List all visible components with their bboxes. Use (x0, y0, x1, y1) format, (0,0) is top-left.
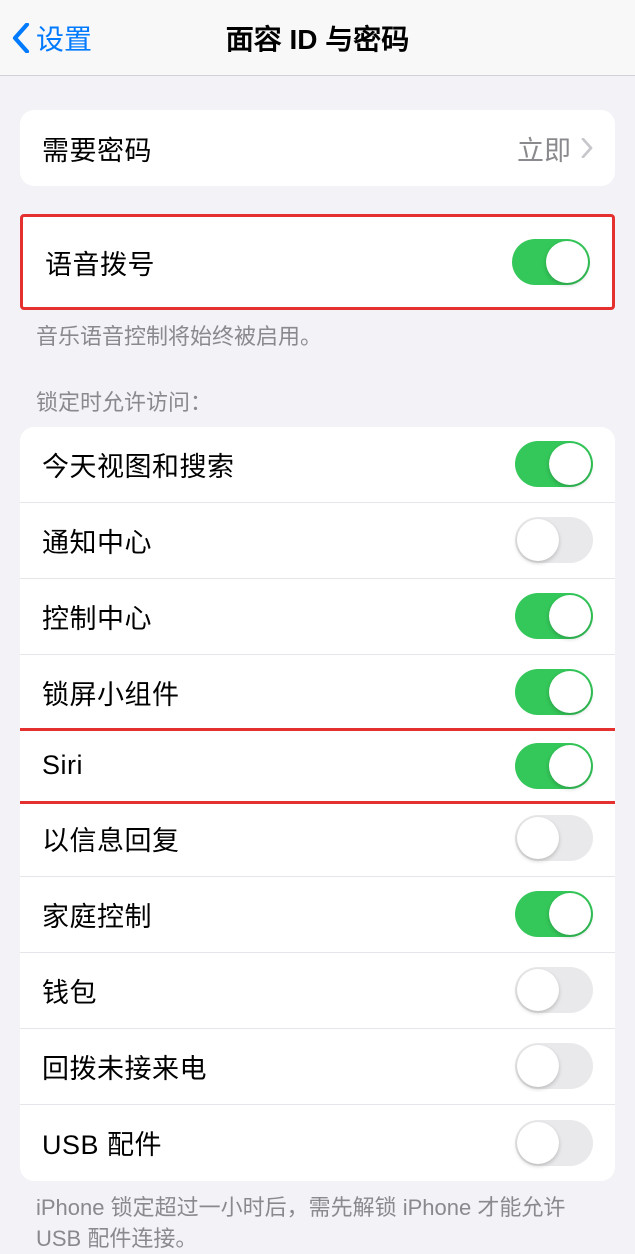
voice-dial-toggle[interactable] (512, 239, 590, 285)
lock-access-row: Siri (20, 728, 615, 804)
voice-dial-group: 语音拨号 (20, 214, 615, 310)
lock-access-item-label: 家庭控制 (42, 895, 152, 934)
lock-access-row: 家庭控制 (20, 877, 615, 953)
voice-dial-row: 语音拨号 (23, 217, 612, 307)
require-passcode-row[interactable]: 需要密码 立即 (20, 110, 615, 186)
lock-access-row: 通知中心 (20, 503, 615, 579)
lock-access-footer: iPhone 锁定超过一小时后，需先解锁 iPhone 才能允许 USB 配件连… (0, 1181, 635, 1254)
lock-access-row: 锁屏小组件 (20, 655, 615, 731)
back-button[interactable]: 设置 (0, 18, 92, 58)
lock-access-toggle[interactable] (515, 669, 593, 715)
lock-access-group: 今天视图和搜索通知中心控制中心锁屏小组件 Siri 以信息回复家庭控制钱包回拨未接来… (20, 427, 615, 1181)
back-label: 设置 (36, 18, 92, 58)
lock-access-row: 以信息回复 (20, 801, 615, 877)
lock-access-toggle[interactable] (515, 517, 593, 563)
lock-access-item-label: 以信息回复 (42, 819, 180, 858)
lock-access-header: 锁定时允许访问： (0, 385, 635, 427)
lock-access-toggle[interactable] (515, 593, 593, 639)
lock-access-item-label: 今天视图和搜索 (42, 445, 235, 484)
lock-access-toggle[interactable] (515, 891, 593, 937)
lock-access-row: 回拨未接来电 (20, 1029, 615, 1105)
navigation-bar: 设置 面容 ID 与密码 (0, 0, 635, 76)
lock-access-toggle[interactable] (515, 967, 593, 1013)
lock-access-toggle[interactable] (515, 1120, 593, 1166)
lock-access-toggle[interactable] (515, 815, 593, 861)
lock-access-row: 今天视图和搜索 (20, 427, 615, 503)
lock-access-item-label: 锁屏小组件 (42, 673, 180, 712)
lock-access-toggle[interactable] (515, 1043, 593, 1089)
require-passcode-value: 立即 (517, 129, 571, 168)
lock-access-item-label: 回拨未接来电 (42, 1047, 207, 1086)
voice-dial-footer: 音乐语音控制将始终被启用。 (0, 310, 635, 353)
lock-access-item-label: 钱包 (42, 971, 97, 1010)
lock-access-toggle[interactable] (515, 441, 593, 487)
chevron-right-icon (581, 138, 593, 158)
page-title: 面容 ID 与密码 (0, 18, 635, 58)
lock-access-item-label: Siri (42, 750, 83, 781)
chevron-left-icon (12, 23, 30, 53)
lock-access-toggle[interactable] (515, 743, 593, 789)
lock-access-row: USB 配件 (20, 1105, 615, 1181)
voice-dial-label: 语音拨号 (45, 243, 155, 282)
lock-access-item-label: USB 配件 (42, 1123, 162, 1162)
lock-access-item-label: 通知中心 (42, 521, 152, 560)
lock-access-row: 控制中心 (20, 579, 615, 655)
passcode-group: 需要密码 立即 (20, 110, 615, 186)
lock-access-row: 钱包 (20, 953, 615, 1029)
require-passcode-label: 需要密码 (42, 129, 152, 168)
lock-access-item-label: 控制中心 (42, 597, 152, 636)
